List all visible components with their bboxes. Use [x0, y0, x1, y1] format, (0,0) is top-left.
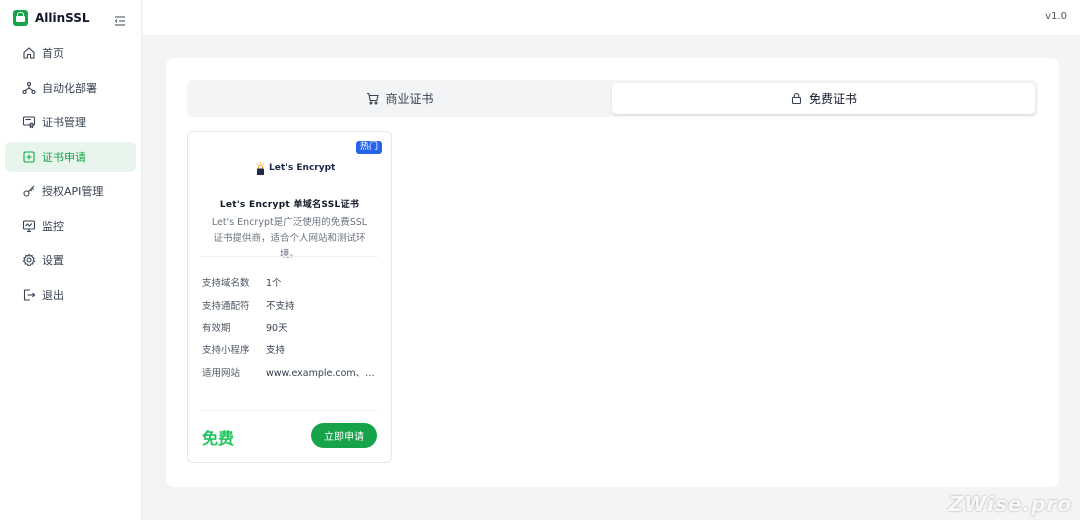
sidebar-item-label: 证书申请 — [42, 150, 86, 164]
product-card: 热门 Let's Encrypt Let's Encrypt 单域名SSL证书 … — [187, 131, 392, 463]
certificate-icon — [22, 115, 36, 129]
monitor-icon — [22, 219, 36, 233]
hot-badge: 热门 — [355, 141, 382, 154]
sidebar-item-label: 授权API管理 — [42, 185, 104, 198]
lets-encrypt-lock-icon — [256, 161, 265, 175]
spec-label: 适用网站 — [202, 367, 241, 379]
cart-icon — [366, 92, 380, 105]
allinssl-logo-icon — [13, 10, 28, 26]
price-label: 免费 — [202, 429, 235, 448]
logout-icon — [22, 288, 36, 302]
sidebar: AllinSSL 首页 自动化部署 证书管理 证书申请 授权API管理 监控 设… — [0, 0, 142, 520]
sidebar-item-settings[interactable]: 设置 — [5, 245, 136, 275]
version-label: v1.0 — [1045, 11, 1067, 22]
app-name: AllinSSL — [35, 11, 90, 25]
sidebar-item-home[interactable]: 首页 — [5, 38, 136, 68]
sidebar-item-auto-deploy[interactable]: 自动化部署 — [5, 73, 136, 103]
sidebar-item-label: 证书管理 — [42, 116, 86, 129]
spec-row: 支持通配符 不支持 — [202, 293, 379, 315]
sidebar-item-api-manage[interactable]: 授权API管理 — [5, 176, 136, 206]
cert-type-tabs: 商业证书 免费证书 — [187, 80, 1038, 117]
apply-now-button[interactable]: 立即申请 — [311, 423, 377, 448]
key-icon — [22, 184, 36, 198]
sidebar-item-label: 设置 — [42, 254, 64, 267]
cert-apply-panel: 商业证书 免费证书 热门 Let's Encrypt Let's Encrypt… — [166, 58, 1059, 487]
sidebar-item-cert-apply[interactable]: 证书申请 — [5, 141, 136, 172]
spec-row: 支持域名数 1个 — [202, 271, 379, 293]
spec-value: 90天 — [266, 322, 288, 334]
spec-row: 支持小程序 支持 — [202, 338, 379, 360]
sidebar-item-label: 自动化部署 — [42, 81, 97, 95]
top-bar: v1.0 — [143, 0, 1080, 36]
tab-free-cert[interactable]: 免费证书 — [612, 83, 1035, 114]
sidebar-item-monitor[interactable]: 监控 — [5, 211, 136, 241]
sidebar-item-cert-manage[interactable]: 证书管理 — [5, 107, 136, 137]
product-name: Let's Encrypt 单域名SSL证书 — [219, 200, 360, 210]
lock-icon — [790, 92, 803, 105]
product-specs: 支持域名数 1个 支持通配符 不支持 有效期 90天 支持小程序 支持 适用网站… — [202, 271, 379, 383]
tab-commercial-cert[interactable]: 商业证书 — [190, 83, 610, 114]
spec-value: 不支持 — [266, 300, 295, 312]
workflow-icon — [22, 81, 36, 95]
tab-label: 商业证书 — [385, 92, 434, 106]
spec-value: 1个 — [266, 278, 282, 290]
lets-encrypt-logo: Let's Encrypt — [256, 161, 335, 175]
spec-label: 有效期 — [202, 322, 231, 334]
spec-row: 适用网站 www.example.com、example.com — [202, 361, 379, 383]
gear-icon — [22, 253, 36, 267]
spec-value: 支持 — [266, 345, 286, 357]
sidebar-menu: 首页 自动化部署 证书管理 证书申请 授权API管理 监控 设置 退出 — [0, 36, 141, 310]
sidebar-item-label: 首页 — [42, 47, 64, 60]
spec-label: 支持通配符 — [202, 300, 250, 312]
tab-label: 免费证书 — [808, 92, 857, 106]
sidebar-item-label: 退出 — [42, 288, 64, 302]
plus-square-icon — [22, 150, 36, 164]
sidebar-item-logout[interactable]: 退出 — [5, 280, 136, 310]
home-icon — [22, 46, 36, 60]
spec-row: 有效期 90天 — [202, 316, 379, 338]
collapse-menu-icon[interactable] — [114, 12, 126, 26]
divider — [201, 410, 378, 411]
watermark: ZWise.pro — [948, 492, 1072, 516]
lets-encrypt-logo-text: Let's Encrypt — [269, 163, 336, 173]
spec-label: 支持域名数 — [202, 278, 250, 290]
spec-value: www.example.com、example.com — [266, 367, 376, 379]
divider — [201, 256, 378, 257]
sidebar-item-label: 监控 — [42, 219, 64, 233]
spec-label: 支持小程序 — [202, 345, 250, 357]
